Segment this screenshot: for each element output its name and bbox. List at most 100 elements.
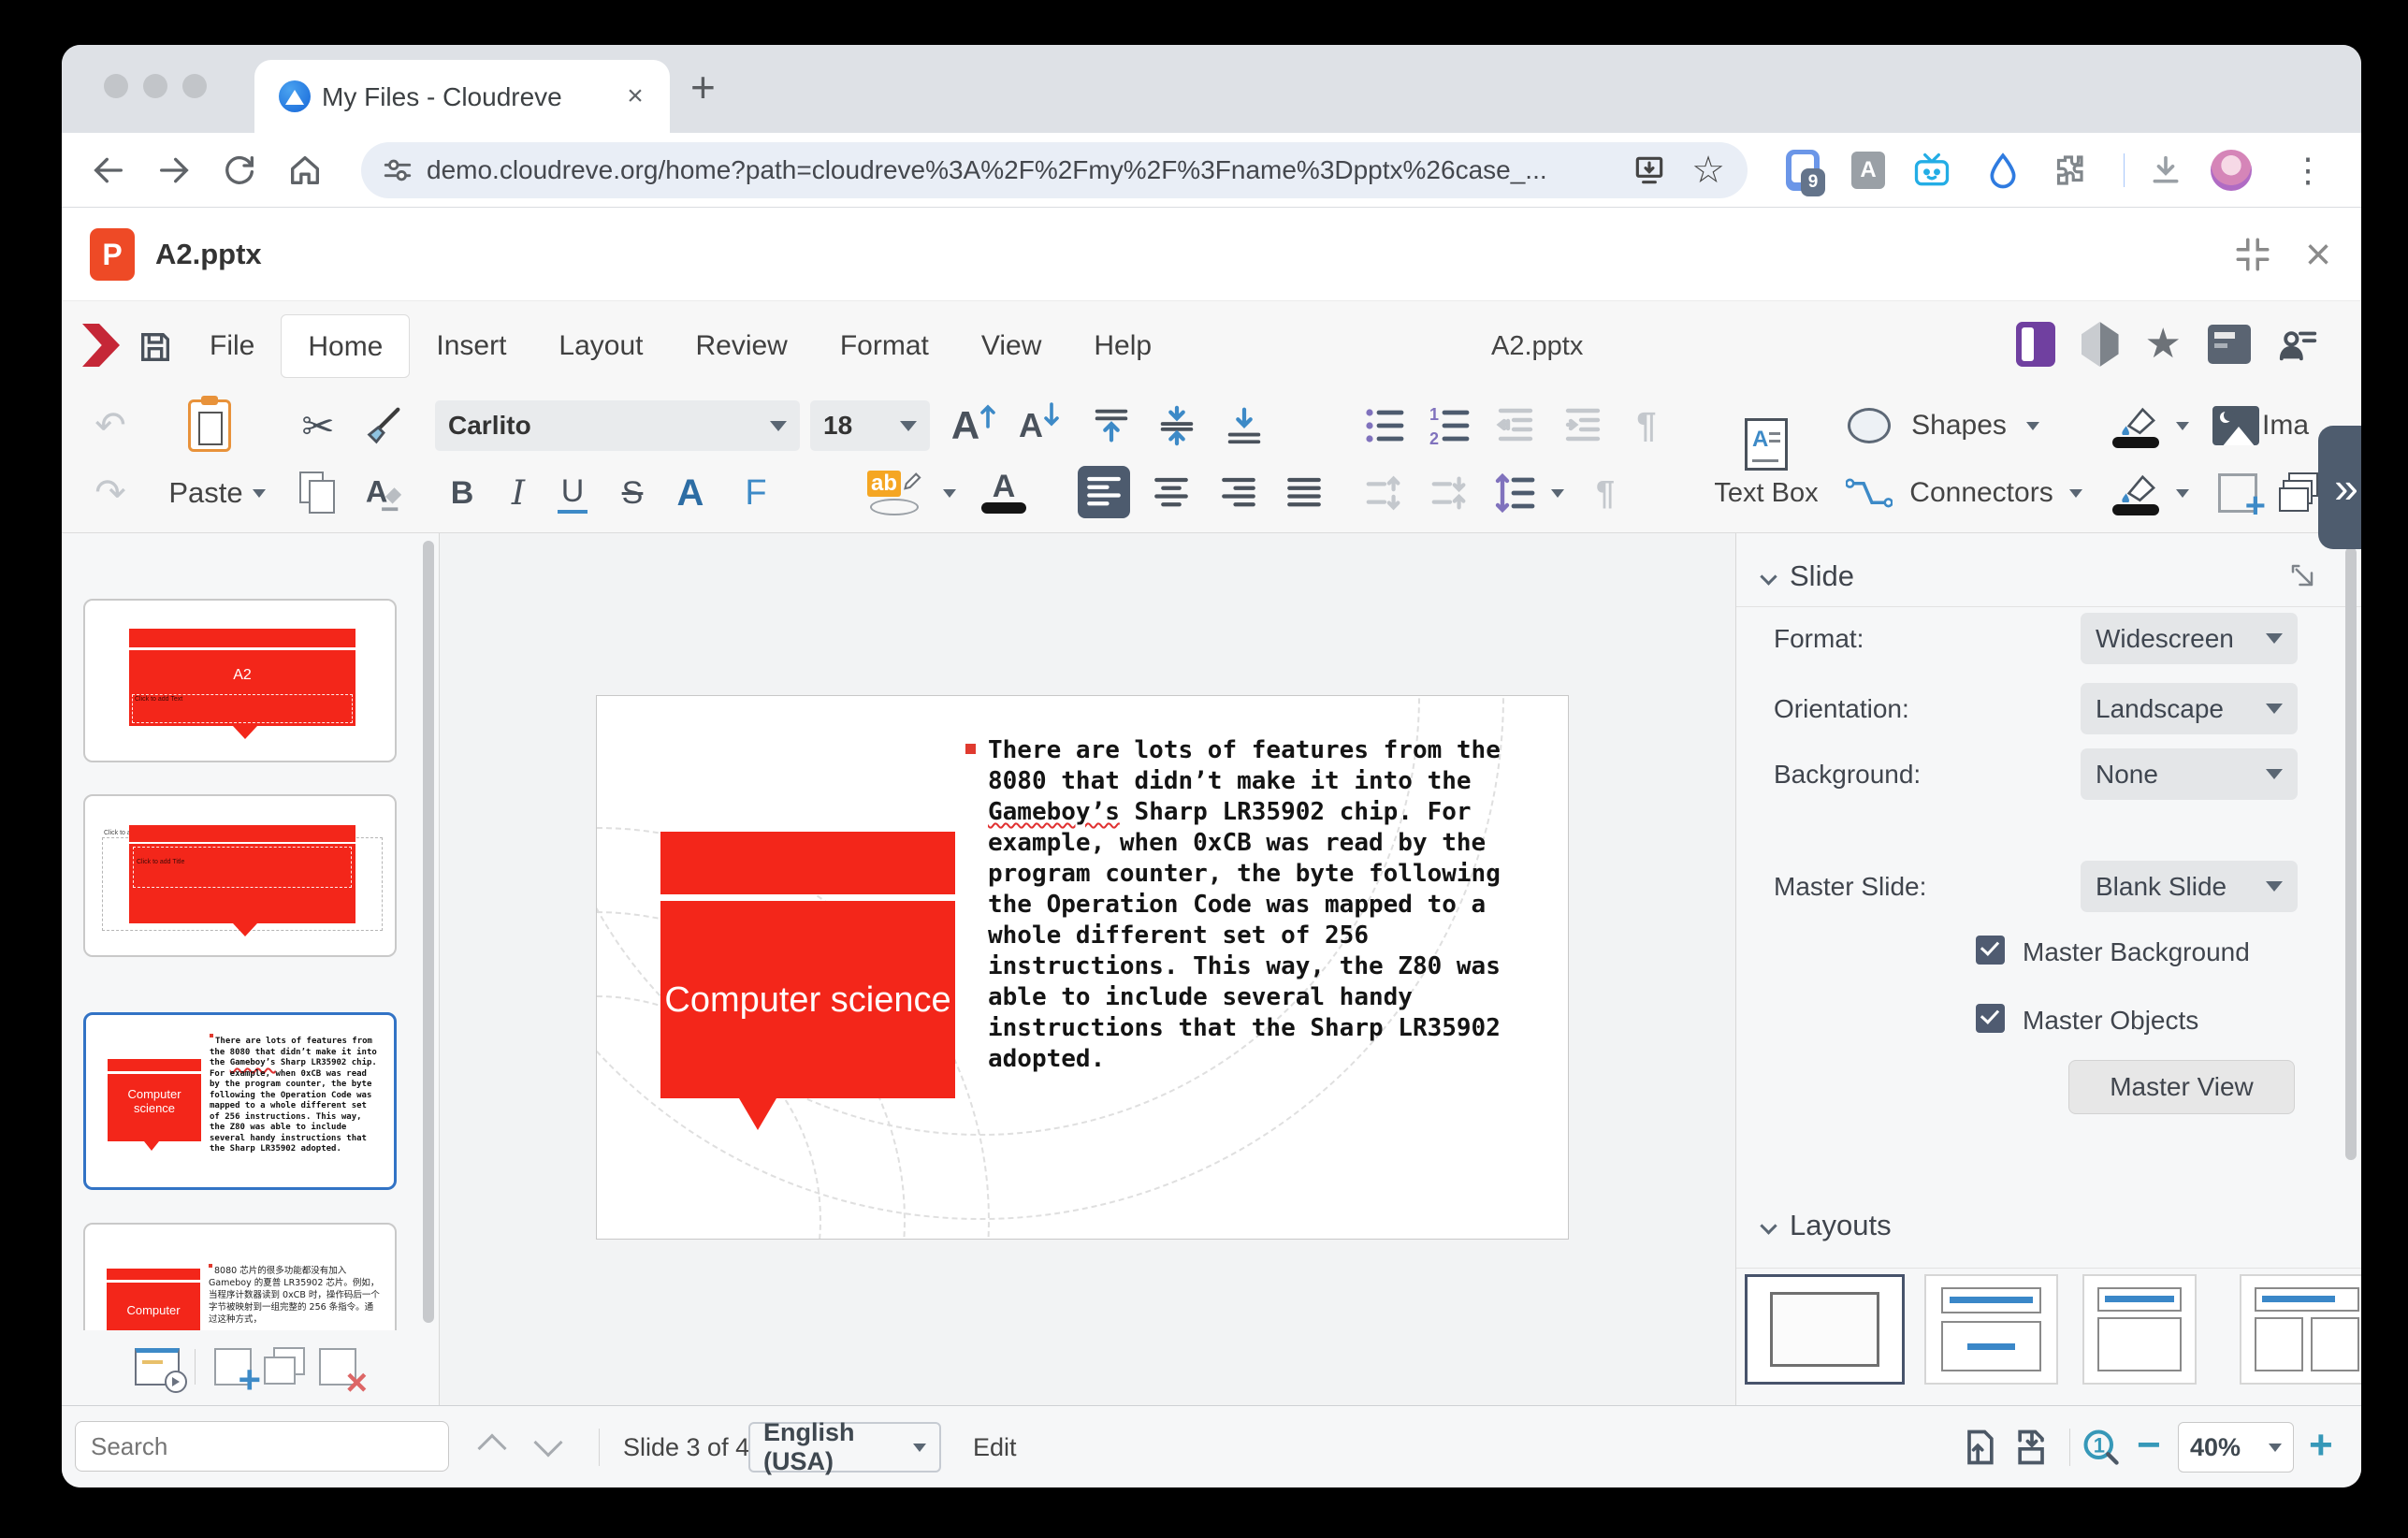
extensions-puzzle-icon[interactable] xyxy=(2045,146,2092,195)
menu-insert[interactable]: Insert xyxy=(410,314,532,378)
extension-a-icon[interactable]: A xyxy=(1845,146,1892,195)
browser-menu-icon[interactable]: ⋮ xyxy=(2285,146,2331,195)
fit-slide-icon[interactable] xyxy=(1959,1427,2000,1468)
master-view-button[interactable]: Master View xyxy=(2068,1060,2295,1114)
highlight-caret[interactable] xyxy=(937,466,962,520)
highlight-color-icon[interactable]: ab xyxy=(859,466,930,520)
language-select[interactable]: English (USA) xyxy=(748,1422,941,1473)
master-slide-select[interactable]: Blank Slide xyxy=(2081,861,2298,912)
line-spacing-icon[interactable] xyxy=(1487,466,1544,520)
traffic-light-zoom[interactable] xyxy=(182,74,207,98)
bookmark-star-icon[interactable]: ☆ xyxy=(1691,152,1725,189)
layouts-section-header[interactable]: Layouts xyxy=(1762,1209,1892,1242)
connectors-button[interactable]: Connectors xyxy=(1903,466,2060,520)
layout-blank[interactable] xyxy=(1745,1274,1905,1385)
reload-icon[interactable] xyxy=(213,144,266,196)
expand-panel-icon[interactable] xyxy=(2288,561,2316,589)
layout-two-content[interactable] xyxy=(2240,1274,2361,1385)
menu-home[interactable]: Home xyxy=(281,314,410,378)
mode-label[interactable]: Edit xyxy=(973,1406,1017,1487)
clipboard-icon[interactable] xyxy=(172,399,247,453)
save-icon[interactable] xyxy=(133,325,178,370)
line-spacing-caret[interactable] xyxy=(1545,466,1570,520)
cut-icon[interactable]: ✂ xyxy=(292,399,344,453)
shapes-button[interactable]: Shapes xyxy=(1903,399,2015,453)
search-input[interactable] xyxy=(75,1421,449,1472)
add-slide-icon[interactable]: + xyxy=(207,1341,259,1393)
slide-body-text[interactable]: There are lots of features from the 8080… xyxy=(988,735,1514,1075)
master-background-checkbox[interactable] xyxy=(1976,936,2005,965)
align-justify-icon[interactable] xyxy=(1278,466,1330,520)
thumbnail-slide-3-selected[interactable]: Computer science There are lots of featu… xyxy=(83,1012,397,1190)
traffic-light-minimize[interactable] xyxy=(143,74,167,98)
user-feedback-icon[interactable] xyxy=(2277,323,2320,366)
paste-button[interactable]: Paste xyxy=(152,466,283,520)
add-placeholder-icon[interactable]: + xyxy=(2213,466,2262,520)
valign-bottom-icon[interactable] xyxy=(1216,399,1272,453)
site-controls-icon[interactable] xyxy=(382,154,413,186)
zoom-out-button[interactable]: − xyxy=(2137,1404,2161,1487)
menu-review[interactable]: Review xyxy=(669,314,813,378)
star-rating-icon[interactable]: ★ xyxy=(2145,322,2182,367)
connectors-caret[interactable] xyxy=(2064,466,2088,520)
align-right-icon[interactable] xyxy=(1212,466,1265,520)
text-box-button[interactable]: A Text Box xyxy=(1699,397,1834,530)
paragraph-settings-icon[interactable]: ¶ xyxy=(1579,466,1632,520)
undo-icon[interactable]: ↶ xyxy=(84,399,137,453)
layout-title-content[interactable] xyxy=(2082,1274,2197,1385)
decrease-indent-icon[interactable] xyxy=(1487,399,1544,453)
duplicate-slide-icon[interactable] xyxy=(259,1341,312,1393)
copy-icon[interactable] xyxy=(292,466,344,520)
move-up-icon[interactable] xyxy=(1356,466,1413,520)
menu-help[interactable]: Help xyxy=(1067,314,1178,378)
valign-middle-icon[interactable] xyxy=(1149,399,1205,453)
align-left-icon[interactable] xyxy=(1078,466,1130,518)
shapes-caret[interactable] xyxy=(2021,399,2045,453)
zoom-100-icon[interactable]: 1 xyxy=(2081,1427,2122,1468)
profile-avatar[interactable] xyxy=(2208,146,2255,195)
back-icon[interactable] xyxy=(82,144,135,196)
home-icon[interactable] xyxy=(279,144,331,196)
decrease-font-icon[interactable]: A xyxy=(1010,399,1068,453)
slide-3-canvas[interactable]: Computer science There are lots of featu… xyxy=(596,695,1569,1240)
underline-icon[interactable]: U xyxy=(548,466,597,520)
forward-icon[interactable] xyxy=(148,144,200,196)
shape-outline-icon[interactable] xyxy=(2107,466,2165,520)
delete-slide-icon[interactable]: × xyxy=(312,1341,364,1393)
valign-top-icon[interactable] xyxy=(1083,399,1139,453)
menu-view[interactable]: View xyxy=(955,314,1067,378)
format-select[interactable]: Widescreen xyxy=(2081,613,2298,664)
clear-style-icon[interactable]: A xyxy=(357,466,410,520)
format-painter-icon[interactable] xyxy=(357,399,410,453)
image-icon[interactable] xyxy=(2210,399,2262,453)
strikethrough-icon[interactable]: S xyxy=(608,466,657,520)
exit-fullscreen-icon[interactable] xyxy=(2230,232,2275,277)
extension-phone-icon[interactable]: 9 xyxy=(1779,146,1826,195)
panel-scrollbar[interactable] xyxy=(2345,547,2357,1160)
shape-fill-icon[interactable] xyxy=(2107,399,2165,453)
browser-tab[interactable]: My Files - Cloudreve × xyxy=(254,60,670,133)
background-select[interactable]: None xyxy=(2081,748,2298,800)
increase-indent-icon[interactable] xyxy=(1555,399,1611,453)
font-color-icon[interactable]: A xyxy=(975,466,1033,520)
align-center-icon[interactable] xyxy=(1145,466,1197,520)
zoom-in-button[interactable]: + xyxy=(2309,1404,2333,1487)
superscript-icon[interactable]: A xyxy=(664,466,717,520)
bold-icon[interactable]: B xyxy=(438,466,486,520)
insert-pilcrow-icon[interactable]: ¶ xyxy=(1620,399,1673,453)
menu-format[interactable]: Format xyxy=(814,314,955,378)
shape-outline-caret[interactable] xyxy=(2170,466,2195,520)
thumbnail-slide-2[interactable]: Click to add Text Click to add Title xyxy=(83,794,397,957)
thumbnails-scrollbar[interactable] xyxy=(423,541,434,1323)
thumbnail-slide-4[interactable]: Computer 8080 芯片的很多功能都没有加入 Gameboy 的夏普 L… xyxy=(83,1223,397,1330)
menu-layout[interactable]: Layout xyxy=(532,314,669,378)
menu-file[interactable]: File xyxy=(183,314,281,378)
orientation-select[interactable]: Landscape xyxy=(2081,683,2298,734)
zoom-level-select[interactable]: 40% xyxy=(2178,1422,2294,1473)
install-app-icon[interactable] xyxy=(1632,152,1667,188)
search-next-icon[interactable] xyxy=(533,1428,562,1457)
extension-drop-icon[interactable] xyxy=(1980,146,2026,195)
slides-stack-icon[interactable] xyxy=(2275,466,2324,520)
tab-close-icon[interactable]: × xyxy=(617,79,653,114)
office-logo-icon[interactable] xyxy=(82,324,120,367)
